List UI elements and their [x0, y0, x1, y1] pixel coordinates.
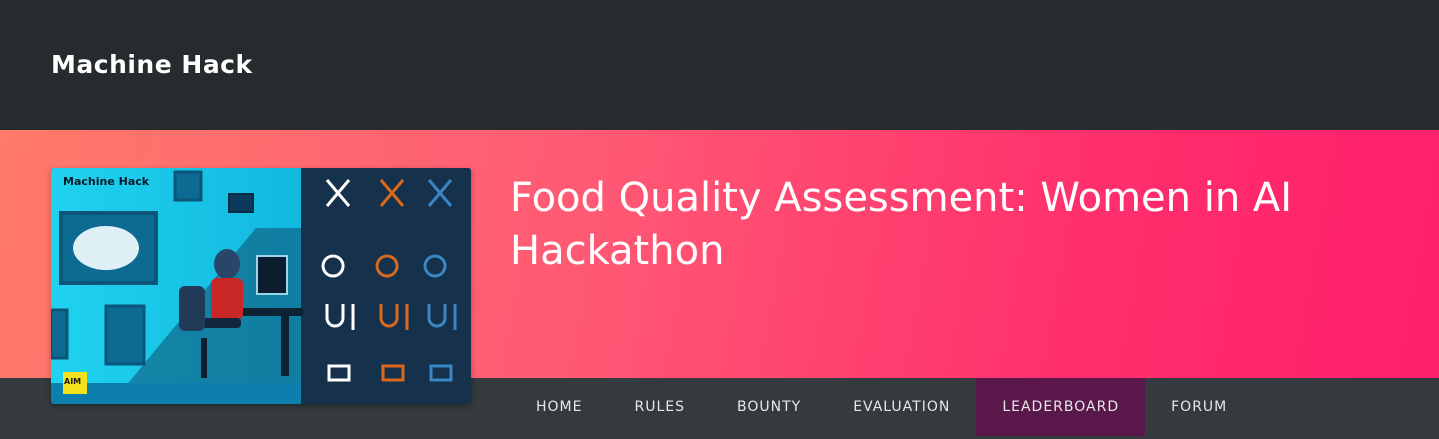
page-title: Food Quality Assessment: Women in AI Hac… [510, 175, 1293, 274]
nav-item-leaderboard[interactable]: LEADERBOARD [976, 378, 1146, 436]
nav-item-label: LEADERBOARD [1002, 399, 1120, 415]
nav-item-forum[interactable]: FORUM [1145, 378, 1253, 436]
nav-item-bounty[interactable]: BOUNTY [711, 378, 827, 436]
nav-item-label: RULES [634, 399, 685, 415]
thumbnail-badge: AIM [64, 377, 82, 386]
site-logo[interactable]: Machine Hack [51, 50, 253, 79]
nav-item-home[interactable]: HOME [510, 378, 608, 436]
nav-menu: HOME RULES BOUNTY EVALUATION LEADERBOARD… [510, 378, 1253, 436]
nav-item-label: HOME [536, 399, 583, 415]
nav-item-label: EVALUATION [853, 399, 951, 415]
nav-item-evaluation[interactable]: EVALUATION [827, 378, 976, 436]
thumbnail-illustration [51, 168, 471, 404]
nav-item-label: BOUNTY [737, 399, 802, 415]
thumbnail-logo: Machine Hack [63, 175, 150, 188]
nav-item-rules[interactable]: RULES [608, 378, 711, 436]
nav-item-label: FORUM [1171, 399, 1228, 415]
hackathon-thumbnail: Machine Hack AIM [51, 168, 471, 404]
top-header: Machine Hack [0, 0, 1439, 130]
